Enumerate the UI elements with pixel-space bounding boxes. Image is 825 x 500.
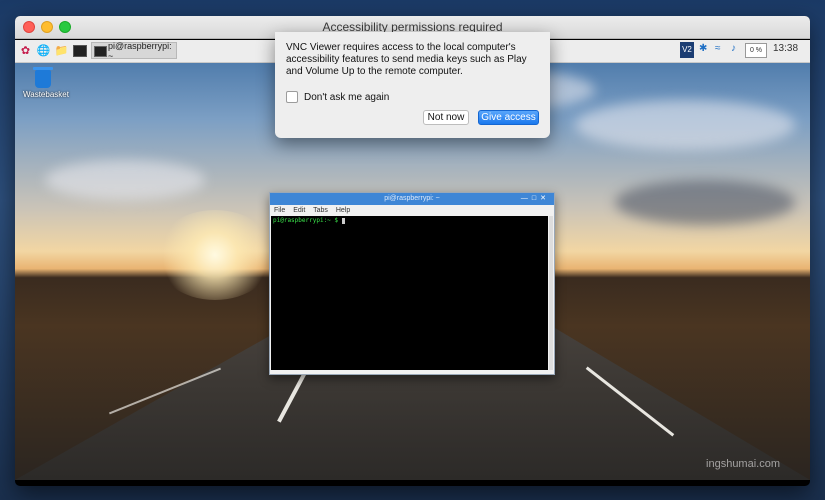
terminal-output[interactable]: pi@raspberrypi:~ $: [271, 216, 548, 370]
menu-edit[interactable]: Edit: [293, 207, 305, 214]
wastebasket-desktop-icon[interactable]: Wastebasket: [23, 67, 69, 99]
cloud-decoration: [615, 180, 795, 225]
taskbar-terminal-task[interactable]: pi@raspberrypi: ~: [91, 40, 177, 61]
dont-ask-row[interactable]: Don't ask me again: [286, 91, 389, 103]
terminal-title: pi@raspberrypi: ~: [384, 195, 440, 202]
dont-ask-label[interactable]: Don't ask me again: [304, 92, 389, 103]
shell-prompt: pi@raspberrypi:~ $: [273, 217, 342, 224]
not-now-button[interactable]: Not now: [423, 110, 469, 125]
dont-ask-checkbox[interactable]: [286, 91, 298, 103]
terminal-scrollbar[interactable]: [549, 216, 553, 370]
volume-icon[interactable]: ♪: [731, 43, 736, 54]
menu-file[interactable]: File: [274, 207, 285, 214]
menu-tabs[interactable]: Tabs: [313, 207, 328, 214]
task-label: pi@raspberrypi: ~: [108, 40, 172, 61]
file-manager-icon[interactable]: 📁: [54, 43, 69, 58]
wifi-icon[interactable]: ≈: [715, 43, 721, 54]
wastebasket-label: Wastebasket: [23, 90, 69, 99]
terminal-window-controls[interactable]: —□✕: [521, 193, 550, 205]
terminal-icon: [94, 46, 107, 57]
sun-glow: [155, 210, 275, 300]
trash-icon: [33, 67, 53, 88]
terminal-launcher-icon[interactable]: [72, 43, 87, 58]
menu-help[interactable]: Help: [336, 207, 350, 214]
terminal-menubar: File Edit Tabs Help: [270, 205, 554, 216]
text-cursor: [341, 217, 345, 224]
dialog-message: VNC Viewer requires access to the local …: [286, 42, 527, 77]
vnc-tray-icon[interactable]: V2: [680, 42, 694, 58]
watermark: ingshumai.com: [706, 458, 780, 470]
web-browser-icon[interactable]: 🌐: [36, 43, 51, 58]
terminal-window[interactable]: pi@raspberrypi: ~ —□✕ File Edit Tabs Hel…: [269, 192, 555, 375]
cloud-decoration: [45, 160, 205, 200]
clock: 13:38: [773, 43, 799, 54]
give-access-button[interactable]: Give access: [478, 110, 539, 125]
accessibility-dialog: VNC Viewer requires access to the local …: [275, 32, 550, 138]
raspberry-menu-icon[interactable]: ✿: [18, 43, 33, 58]
terminal-titlebar[interactable]: pi@raspberrypi: ~ —□✕: [270, 193, 554, 205]
cpu-monitor: 0 %: [745, 43, 767, 58]
bluetooth-icon[interactable]: ✱: [699, 43, 707, 54]
cloud-decoration: [575, 100, 795, 150]
